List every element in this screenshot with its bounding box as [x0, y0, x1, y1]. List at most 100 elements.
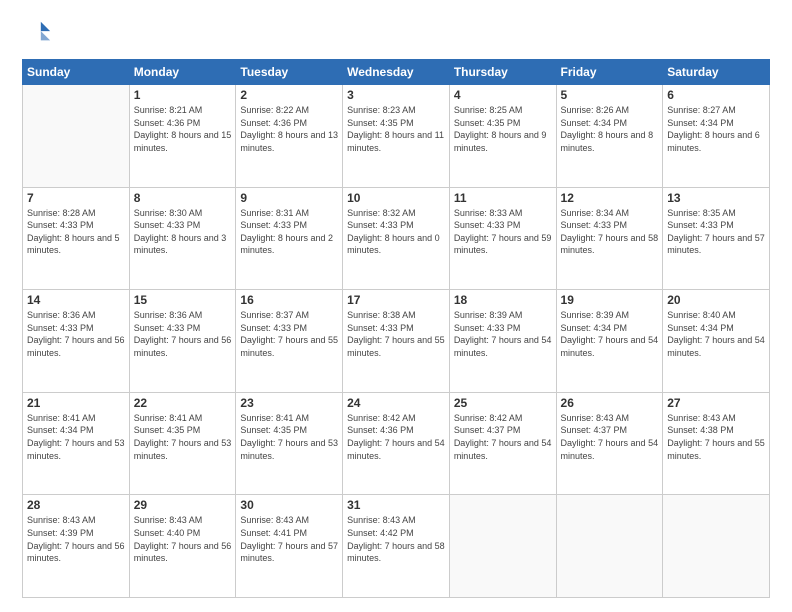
- day-number: 15: [134, 293, 232, 307]
- day-number: 1: [134, 88, 232, 102]
- calendar-cell-3-0: 21 Sunrise: 8:41 AM Sunset: 4:34 PM Dayli…: [23, 392, 130, 495]
- day-info: Sunrise: 8:43 AM Sunset: 4:41 PM Dayligh…: [240, 514, 338, 564]
- calendar-cell-3-3: 24Sunrise: 8:42 AM Sunset: 4:36 PM Dayli…: [343, 392, 450, 495]
- calendar-cell-3-1: 22Sunrise: 8:41 AM Sunset: 4:35 PM Dayli…: [129, 392, 236, 495]
- calendar-body: 1 Sunrise: 8:21 AM Sunset: 4:36 PM Daylig…: [23, 85, 770, 598]
- calendar-cell-4-4: [449, 495, 556, 598]
- day-info: Sunrise: 8:30 AM Sunset: 4:33 PM Dayligh…: [134, 207, 232, 257]
- day-info: Sunrise: 8:36 AM Sunset: 4:33 PM Dayligh…: [27, 309, 125, 359]
- calendar-cell-0-2: 2 Sunrise: 8:22 AM Sunset: 4:36 PM Daylig…: [236, 85, 343, 188]
- calendar-cell-0-4: 4Sunrise: 8:25 AM Sunset: 4:35 PM Daylig…: [449, 85, 556, 188]
- calendar-header-sunday: Sunday: [23, 60, 130, 85]
- day-info: Sunrise: 8:25 AM Sunset: 4:35 PM Dayligh…: [454, 104, 552, 154]
- calendar-cell-2-1: 15 Sunrise: 8:36 AM Sunset: 4:33 PM Dayli…: [129, 290, 236, 393]
- day-info: Sunrise: 8:31 AM Sunset: 4:33 PM Dayligh…: [240, 207, 338, 257]
- day-number: 6: [667, 88, 765, 102]
- calendar-week-3: 21 Sunrise: 8:41 AM Sunset: 4:34 PM Dayli…: [23, 392, 770, 495]
- day-number: 13: [667, 191, 765, 205]
- day-info: Sunrise: 8:43 AM Sunset: 4:37 PM Dayligh…: [561, 412, 659, 462]
- calendar-cell-2-6: 20Sunrise: 8:40 AM Sunset: 4:34 PM Dayli…: [663, 290, 770, 393]
- day-info: Sunrise: 8:21 AM Sunset: 4:36 PM Dayligh…: [134, 104, 232, 154]
- day-number: 14: [27, 293, 125, 307]
- calendar-cell-4-0: 28 Sunrise: 8:43 AM Sunset: 4:39 PM Dayli…: [23, 495, 130, 598]
- calendar-cell-3-5: 26Sunrise: 8:43 AM Sunset: 4:37 PM Dayli…: [556, 392, 663, 495]
- day-number: 8: [134, 191, 232, 205]
- day-info: Sunrise: 8:43 AM Sunset: 4:39 PM Dayligh…: [27, 514, 125, 564]
- calendar-cell-2-5: 19 Sunrise: 8:39 AM Sunset: 4:34 PM Dayli…: [556, 290, 663, 393]
- calendar-cell-4-1: 29Sunrise: 8:43 AM Sunset: 4:40 PM Dayli…: [129, 495, 236, 598]
- calendar-cell-2-2: 16 Sunrise: 8:37 AM Sunset: 4:33 PM Dayli…: [236, 290, 343, 393]
- calendar-header-friday: Friday: [556, 60, 663, 85]
- calendar-cell-0-3: 3Sunrise: 8:23 AM Sunset: 4:35 PM Daylig…: [343, 85, 450, 188]
- calendar-header-tuesday: Tuesday: [236, 60, 343, 85]
- calendar-cell-1-5: 12Sunrise: 8:34 AM Sunset: 4:33 PM Dayli…: [556, 187, 663, 290]
- logo: [22, 18, 52, 51]
- calendar-header-thursday: Thursday: [449, 60, 556, 85]
- calendar-cell-4-2: 30 Sunrise: 8:43 AM Sunset: 4:41 PM Dayli…: [236, 495, 343, 598]
- calendar-cell-4-6: [663, 495, 770, 598]
- logo-icon: [24, 18, 52, 46]
- day-info: Sunrise: 8:38 AM Sunset: 4:33 PM Dayligh…: [347, 309, 445, 359]
- calendar-cell-0-1: 1 Sunrise: 8:21 AM Sunset: 4:36 PM Daylig…: [129, 85, 236, 188]
- calendar-cell-1-2: 9Sunrise: 8:31 AM Sunset: 4:33 PM Daylig…: [236, 187, 343, 290]
- calendar-cell-3-6: 27 Sunrise: 8:43 AM Sunset: 4:38 PM Dayli…: [663, 392, 770, 495]
- day-number: 19: [561, 293, 659, 307]
- day-number: 31: [347, 498, 445, 512]
- calendar-cell-2-3: 17 Sunrise: 8:38 AM Sunset: 4:33 PM Dayli…: [343, 290, 450, 393]
- day-number: 7: [27, 191, 125, 205]
- day-info: Sunrise: 8:37 AM Sunset: 4:33 PM Dayligh…: [240, 309, 338, 359]
- calendar-week-4: 28 Sunrise: 8:43 AM Sunset: 4:39 PM Dayli…: [23, 495, 770, 598]
- day-info: Sunrise: 8:22 AM Sunset: 4:36 PM Dayligh…: [240, 104, 338, 154]
- day-info: Sunrise: 8:39 AM Sunset: 4:34 PM Dayligh…: [561, 309, 659, 359]
- day-number: 21: [27, 396, 125, 410]
- day-info: Sunrise: 8:23 AM Sunset: 4:35 PM Dayligh…: [347, 104, 445, 154]
- calendar-week-0: 1 Sunrise: 8:21 AM Sunset: 4:36 PM Daylig…: [23, 85, 770, 188]
- day-info: Sunrise: 8:36 AM Sunset: 4:33 PM Dayligh…: [134, 309, 232, 359]
- day-number: 28: [27, 498, 125, 512]
- day-info: Sunrise: 8:32 AM Sunset: 4:33 PM Dayligh…: [347, 207, 445, 257]
- day-number: 17: [347, 293, 445, 307]
- day-info: Sunrise: 8:39 AM Sunset: 4:33 PM Dayligh…: [454, 309, 552, 359]
- calendar-header-saturday: Saturday: [663, 60, 770, 85]
- calendar-header-monday: Monday: [129, 60, 236, 85]
- calendar-cell-4-3: 31 Sunrise: 8:43 AM Sunset: 4:42 PM Dayli…: [343, 495, 450, 598]
- day-number: 23: [240, 396, 338, 410]
- day-number: 16: [240, 293, 338, 307]
- calendar-cell-3-4: 25 Sunrise: 8:42 AM Sunset: 4:37 PM Dayli…: [449, 392, 556, 495]
- calendar-cell-1-0: 7 Sunrise: 8:28 AM Sunset: 4:33 PM Daylig…: [23, 187, 130, 290]
- day-info: Sunrise: 8:43 AM Sunset: 4:40 PM Dayligh…: [134, 514, 232, 564]
- calendar-cell-1-1: 8 Sunrise: 8:30 AM Sunset: 4:33 PM Daylig…: [129, 187, 236, 290]
- calendar-cell-2-0: 14 Sunrise: 8:36 AM Sunset: 4:33 PM Dayli…: [23, 290, 130, 393]
- page: SundayMondayTuesdayWednesdayThursdayFrid…: [0, 0, 792, 612]
- day-number: 18: [454, 293, 552, 307]
- day-number: 27: [667, 396, 765, 410]
- day-number: 25: [454, 396, 552, 410]
- day-info: Sunrise: 8:42 AM Sunset: 4:37 PM Dayligh…: [454, 412, 552, 462]
- calendar-cell-1-4: 11Sunrise: 8:33 AM Sunset: 4:33 PM Dayli…: [449, 187, 556, 290]
- calendar-cell-0-5: 5Sunrise: 8:26 AM Sunset: 4:34 PM Daylig…: [556, 85, 663, 188]
- calendar-header-row: SundayMondayTuesdayWednesdayThursdayFrid…: [23, 60, 770, 85]
- day-info: Sunrise: 8:27 AM Sunset: 4:34 PM Dayligh…: [667, 104, 765, 154]
- calendar-cell-3-2: 23 Sunrise: 8:41 AM Sunset: 4:35 PM Dayli…: [236, 392, 343, 495]
- header: [22, 18, 770, 51]
- day-info: Sunrise: 8:41 AM Sunset: 4:35 PM Dayligh…: [240, 412, 338, 462]
- day-info: Sunrise: 8:28 AM Sunset: 4:33 PM Dayligh…: [27, 207, 125, 257]
- day-number: 12: [561, 191, 659, 205]
- day-number: 22: [134, 396, 232, 410]
- calendar-cell-2-4: 18 Sunrise: 8:39 AM Sunset: 4:33 PM Dayli…: [449, 290, 556, 393]
- calendar-week-1: 7 Sunrise: 8:28 AM Sunset: 4:33 PM Daylig…: [23, 187, 770, 290]
- day-number: 24: [347, 396, 445, 410]
- day-info: Sunrise: 8:43 AM Sunset: 4:38 PM Dayligh…: [667, 412, 765, 462]
- day-number: 5: [561, 88, 659, 102]
- day-number: 2: [240, 88, 338, 102]
- day-number: 11: [454, 191, 552, 205]
- calendar-cell-0-6: 6 Sunrise: 8:27 AM Sunset: 4:34 PM Daylig…: [663, 85, 770, 188]
- day-number: 20: [667, 293, 765, 307]
- day-info: Sunrise: 8:43 AM Sunset: 4:42 PM Dayligh…: [347, 514, 445, 564]
- calendar-cell-0-0: [23, 85, 130, 188]
- day-number: 30: [240, 498, 338, 512]
- calendar-cell-4-5: [556, 495, 663, 598]
- calendar-header-wednesday: Wednesday: [343, 60, 450, 85]
- calendar-table: SundayMondayTuesdayWednesdayThursdayFrid…: [22, 59, 770, 598]
- day-info: Sunrise: 8:41 AM Sunset: 4:34 PM Dayligh…: [27, 412, 125, 462]
